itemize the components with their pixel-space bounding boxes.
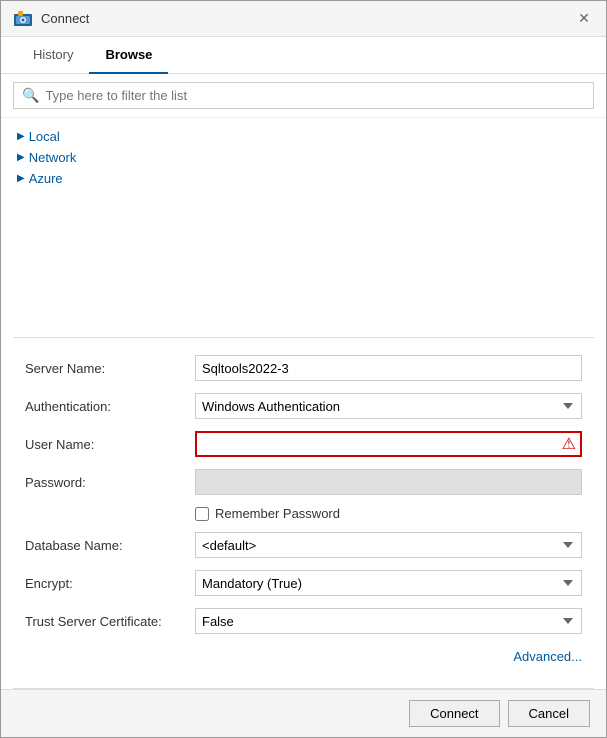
- authentication-label: Authentication:: [25, 399, 195, 414]
- tab-history[interactable]: History: [17, 37, 89, 74]
- username-row: User Name: ⚠: [25, 430, 582, 458]
- authentication-control: Windows Authentication SQL Server Authen…: [195, 393, 582, 419]
- app-icon: [13, 9, 33, 29]
- title-bar: Connect ✕: [1, 1, 606, 37]
- encrypt-label: Encrypt:: [25, 576, 195, 591]
- connect-button[interactable]: Connect: [409, 700, 499, 727]
- window-title: Connect: [41, 11, 89, 26]
- search-input[interactable]: [45, 88, 585, 103]
- connect-dialog: Connect ✕ History Browse 🔍 ▶ Local ▶ Net…: [0, 0, 607, 738]
- database-name-select[interactable]: <default>: [195, 532, 582, 558]
- advanced-link-row: Advanced...: [25, 645, 582, 672]
- error-icon: ⚠: [562, 434, 576, 454]
- trust-cert-control: False True: [195, 608, 582, 634]
- username-label: User Name:: [25, 437, 195, 452]
- tree-item-network[interactable]: ▶ Network: [17, 147, 590, 168]
- server-name-input[interactable]: [195, 355, 582, 381]
- tree-item-local[interactable]: ▶ Local: [17, 126, 590, 147]
- tree-area: ▶ Local ▶ Network ▶ Azure: [1, 118, 606, 337]
- close-button[interactable]: ✕: [574, 9, 594, 29]
- encrypt-select[interactable]: Mandatory (True) Optional (False) Strict…: [195, 570, 582, 596]
- form-area: Server Name: Authentication: Windows Aut…: [1, 338, 606, 688]
- tab-browse[interactable]: Browse: [89, 37, 168, 74]
- tree-item-network-label: Network: [29, 150, 77, 165]
- search-input-wrap: 🔍: [13, 82, 594, 109]
- encrypt-control: Mandatory (True) Optional (False) Strict…: [195, 570, 582, 596]
- username-input[interactable]: [195, 431, 582, 457]
- username-control: ⚠: [195, 431, 582, 457]
- password-label: Password:: [25, 475, 195, 490]
- encrypt-row: Encrypt: Mandatory (True) Optional (Fals…: [25, 569, 582, 597]
- password-input[interactable]: [195, 469, 582, 495]
- password-control: [195, 469, 582, 495]
- footer: Connect Cancel: [1, 689, 606, 737]
- tree-item-azure-label: Azure: [29, 171, 63, 186]
- chevron-icon: ▶: [17, 173, 25, 184]
- authentication-row: Authentication: Windows Authentication S…: [25, 392, 582, 420]
- tab-bar: History Browse: [1, 37, 606, 74]
- remember-password-row: Remember Password: [25, 506, 582, 521]
- remember-password-checkbox[interactable]: [195, 507, 209, 521]
- title-bar-left: Connect: [13, 9, 89, 29]
- chevron-icon: ▶: [17, 131, 25, 142]
- tree-item-azure[interactable]: ▶ Azure: [17, 168, 590, 189]
- advanced-link[interactable]: Advanced...: [513, 649, 582, 664]
- remember-password-label: Remember Password: [215, 506, 340, 521]
- database-name-control: <default>: [195, 532, 582, 558]
- server-name-control: [195, 355, 582, 381]
- server-name-label: Server Name:: [25, 361, 195, 376]
- database-name-label: Database Name:: [25, 538, 195, 553]
- password-row: Password:: [25, 468, 582, 496]
- search-bar: 🔍: [1, 74, 606, 118]
- trust-cert-select[interactable]: False True: [195, 608, 582, 634]
- authentication-select[interactable]: Windows Authentication SQL Server Authen…: [195, 393, 582, 419]
- trust-cert-row: Trust Server Certificate: False True: [25, 607, 582, 635]
- chevron-icon: ▶: [17, 152, 25, 163]
- tree-item-local-label: Local: [29, 129, 60, 144]
- search-icon: 🔍: [22, 87, 39, 104]
- cancel-button[interactable]: Cancel: [508, 700, 590, 727]
- database-name-row: Database Name: <default>: [25, 531, 582, 559]
- trust-cert-label: Trust Server Certificate:: [25, 614, 195, 629]
- server-name-row: Server Name:: [25, 354, 582, 382]
